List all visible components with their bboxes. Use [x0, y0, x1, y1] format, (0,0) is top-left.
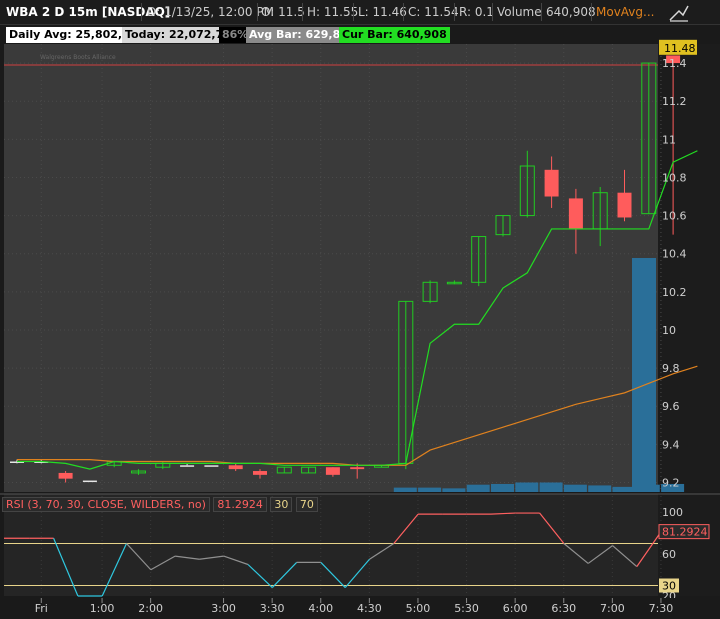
candle-body	[82, 480, 97, 483]
price-tick-label: 10.2	[662, 286, 687, 299]
rsi-tick-label: 100	[662, 506, 683, 519]
time-tick-label: 5:30	[454, 602, 479, 615]
volume-bar	[491, 483, 514, 492]
time-tick-label: 2:00	[138, 602, 163, 615]
price-axis-bg	[658, 44, 720, 492]
rsi-upper-box: 70	[295, 497, 318, 512]
price-tick-label: 11	[662, 133, 676, 146]
candle-body	[617, 192, 632, 218]
volume-bar	[563, 484, 587, 492]
volume-bar	[418, 487, 442, 492]
price-chart[interactable]: Walgreens Boots Alliance 11.4 11.2 11 10.8 1…	[0, 0, 720, 619]
time-tick-label: 3:30	[260, 602, 285, 615]
volume-bar	[539, 482, 563, 492]
price-tick-label: 9.4	[662, 438, 680, 451]
volume-bar	[466, 484, 490, 492]
time-tick-label: 6:00	[503, 602, 528, 615]
rsi-value-box: 81.2924	[213, 497, 267, 512]
rsi-tick-label: 60	[662, 548, 676, 561]
time-tick-label: 6:30	[551, 602, 576, 615]
time-tick-label: 3:00	[211, 602, 236, 615]
time-tick-label: 4:30	[357, 602, 382, 615]
candle-body	[253, 471, 267, 475]
volume-bar	[515, 482, 539, 492]
last-price-tag: 11.48	[664, 42, 696, 55]
price-tick-label: 9.8	[662, 362, 680, 375]
rsi-lower-box: 30	[270, 497, 293, 512]
price-tick-label: 10.8	[662, 171, 687, 184]
volume-bar	[393, 487, 417, 492]
time-tick-label: 1:00	[90, 602, 115, 615]
volume-bar	[442, 488, 466, 492]
price-tick-label: 9.6	[662, 400, 680, 413]
rsi-value-tag: 81.2924	[662, 526, 708, 539]
candle-body	[544, 169, 559, 197]
price-tick-label: 11.2	[662, 95, 687, 108]
price-tick-label: 10.6	[662, 210, 687, 223]
price-tick-label: 9.2	[662, 476, 680, 489]
price-tick-label: 10	[662, 324, 676, 337]
time-tick-label: Fri	[35, 602, 48, 615]
candle-body	[58, 472, 73, 479]
volume-bar	[632, 258, 656, 492]
time-tick-label: 7:00	[600, 602, 625, 615]
price-tick-label: 10.4	[662, 248, 687, 261]
candle-body	[180, 465, 195, 467]
rsi-lower-tag: 30	[662, 580, 676, 593]
rsi-label[interactable]: RSI (3, 70, 30, CLOSE, WILDERS, no)	[2, 497, 210, 512]
candle-body	[228, 465, 243, 470]
candle-body	[568, 198, 583, 229]
time-tick-label: 5:00	[406, 602, 431, 615]
time-tick-label: 4:00	[308, 602, 333, 615]
candle-body	[350, 467, 365, 470]
price-tick-label: 11.4	[662, 57, 687, 70]
rsi-title: RSI (3, 70, 30, CLOSE, WILDERS, no) 81.2…	[2, 497, 318, 513]
time-tick-label: 7:30	[649, 602, 674, 615]
candle-body	[325, 467, 340, 475]
watermark: Walgreens Boots Alliance	[40, 54, 116, 61]
candle-body	[204, 465, 219, 467]
volume-bar	[588, 485, 612, 492]
